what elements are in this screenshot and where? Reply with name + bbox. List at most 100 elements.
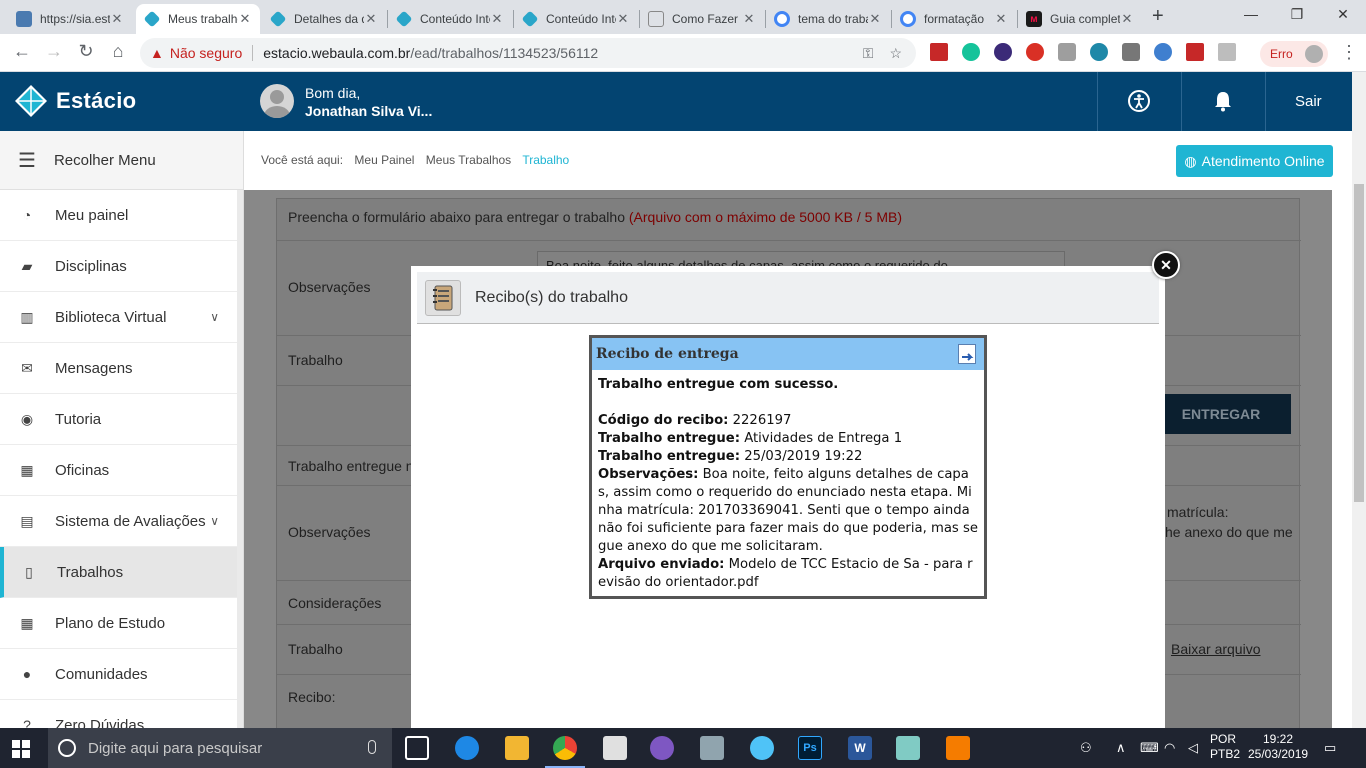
keyboard-icon[interactable]: ⌨: [1140, 740, 1159, 756]
people-icon[interactable]: ⚇: [1080, 740, 1092, 756]
android-emulator-icon[interactable]: [650, 736, 674, 760]
browser-tab[interactable]: Conteúdo Interativo ✕: [388, 4, 512, 34]
wifi-icon[interactable]: ◠: [1164, 740, 1175, 756]
sidebar-item-zero-duvidas[interactable]: ? Zero Dúvidas: [0, 700, 237, 729]
question-icon: ?: [23, 717, 31, 728]
extension-icon[interactable]: [1090, 43, 1108, 61]
extension-icon[interactable]: [930, 43, 948, 61]
breadcrumb-link[interactable]: Meu Painel: [354, 153, 414, 167]
grammarly-extension-icon[interactable]: [962, 43, 980, 61]
close-tab-icon[interactable]: ✕: [364, 11, 378, 27]
close-tab-icon[interactable]: ✕: [1120, 11, 1134, 27]
browser-tab[interactable]: ᴍ Guia completo ✕: [1018, 4, 1142, 34]
app-icon[interactable]: [700, 736, 724, 760]
browser-tab[interactable]: Como Fazer ✕: [640, 4, 764, 34]
sidebar-item-trabalhos[interactable]: ▯ Trabalhos: [0, 547, 237, 598]
browser-tab[interactable]: Detalhes da disciplina ✕: [262, 4, 386, 34]
sidebar-item-disciplinas[interactable]: ▰ Disciplinas: [0, 241, 237, 292]
mail-icon[interactable]: [603, 736, 627, 760]
browser-tab[interactable]: Conteúdo Interativo ✕: [514, 4, 638, 34]
home-icon[interactable]: ⌂: [106, 41, 130, 62]
extension-icon[interactable]: [994, 43, 1012, 61]
accessibility-icon[interactable]: [1128, 90, 1150, 118]
close-tab-icon[interactable]: ✕: [490, 11, 504, 27]
close-modal-icon[interactable]: ✕: [1152, 251, 1180, 279]
task-view-icon[interactable]: [405, 736, 429, 760]
microphone-icon[interactable]: [368, 740, 376, 754]
url-host[interactable]: estacio.webaula.com.br: [263, 45, 410, 61]
breadcrumb-current[interactable]: Trabalho: [522, 153, 569, 167]
windows-start-icon[interactable]: [12, 740, 30, 758]
receipt-header: Recibo de entrega: [592, 338, 984, 370]
edge-icon[interactable]: [455, 736, 479, 760]
sidebar-item-sistema-de-avaliacoes[interactable]: ▤ Sistema de Avaliações ∨: [0, 496, 237, 547]
input-language[interactable]: POR PTB2: [1210, 732, 1240, 762]
profile-error-button[interactable]: Erro: [1260, 41, 1328, 67]
close-tab-icon[interactable]: ✕: [742, 11, 756, 27]
sidebar-item-oficinas[interactable]: ▦ Oficinas: [0, 445, 237, 496]
app-icon[interactable]: [896, 736, 920, 760]
cors-extension-icon[interactable]: [1186, 43, 1204, 61]
close-tab-icon[interactable]: ✕: [110, 11, 124, 27]
book-icon: ▰: [21, 257, 33, 274]
minimize-icon[interactable]: —: [1228, 6, 1274, 22]
sidebar-item-plano-de-estudo[interactable]: ▦ Plano de Estudo: [0, 598, 237, 649]
system-clock[interactable]: 19:22 25/03/2019: [1248, 732, 1308, 762]
volume-icon[interactable]: ◁: [1188, 740, 1198, 756]
extension-icon[interactable]: [1026, 43, 1044, 61]
sidebar-item-comunidades[interactable]: ● Comunidades: [0, 649, 237, 700]
bookmark-star-icon[interactable]: ☆: [889, 45, 902, 62]
forward-arrow-icon[interactable]: →: [42, 41, 66, 62]
browser-tab[interactable]: formatação ✕: [892, 4, 1016, 34]
close-tab-icon[interactable]: ✕: [994, 11, 1008, 27]
paint-icon[interactable]: [750, 736, 774, 760]
breadcrumb-link[interactable]: Meus Trabalhos: [426, 153, 511, 167]
sidebar-scrollbar[interactable]: [237, 190, 243, 728]
url-path[interactable]: /ead/trabalhos/1134523/56112: [410, 45, 598, 61]
word-icon[interactable]: W: [848, 736, 872, 760]
close-tab-icon[interactable]: ✕: [238, 11, 252, 27]
pdf-app-icon[interactable]: [946, 736, 970, 760]
warning-triangle-icon[interactable]: ▲: [150, 45, 164, 61]
online-support-button[interactable]: ◍ Atendimento Online: [1176, 145, 1333, 177]
collapse-menu-button[interactable]: ☰ Recolher Menu: [0, 131, 243, 190]
extension-icon[interactable]: [1154, 43, 1172, 61]
address-bar[interactable]: ▲ Não seguro estacio.webaula.com.br /ead…: [140, 38, 916, 68]
submit-button[interactable]: ENTREGAR: [1151, 394, 1291, 434]
chat-icon: ●: [22, 666, 32, 682]
sidebar-item-mensagens[interactable]: ✉ Mensagens: [0, 343, 237, 394]
new-tab-plus-icon[interactable]: +: [1152, 5, 1164, 28]
download-file-link[interactable]: Baixar arquivo: [1171, 641, 1261, 657]
browser-tab[interactable]: tema do trabalho ✕: [766, 4, 890, 34]
sidebar-item-biblioteca-virtual[interactable]: ▥ Biblioteca Virtual ∨: [0, 292, 237, 343]
estacio-logo[interactable]: Estácio: [14, 84, 136, 118]
notification-center-icon[interactable]: ▭: [1324, 740, 1336, 756]
key-icon[interactable]: ⚿: [863, 45, 874, 62]
page-scrollbar[interactable]: [1352, 72, 1366, 728]
scrollbar-thumb[interactable]: [1354, 184, 1364, 502]
bell-icon[interactable]: [1213, 90, 1233, 118]
taskbar-search-box[interactable]: Digite aqui para pesquisar: [48, 728, 392, 768]
photoshop-icon[interactable]: Ps: [798, 736, 822, 760]
export-document-icon[interactable]: [958, 344, 976, 364]
close-tab-icon[interactable]: ✕: [616, 11, 630, 27]
reload-icon[interactable]: ↻: [74, 41, 98, 62]
extension-icon[interactable]: [1122, 43, 1140, 61]
browser-tab-active[interactable]: Meus trabalhos ✕: [136, 4, 260, 34]
back-arrow-icon[interactable]: ←: [10, 41, 34, 62]
browser-menu-icon[interactable]: ⋮: [1340, 42, 1358, 63]
tray-chevron-up-icon[interactable]: ∧: [1116, 740, 1126, 756]
logout-button[interactable]: Sair: [1295, 93, 1322, 110]
sidebar-item-meu-painel[interactable]: ◔ Meu painel: [0, 190, 237, 241]
browser-tab-strip: https://sia.estacio.br ✕ Meus trabalhos …: [0, 0, 1366, 34]
drive-extension-icon[interactable]: [1058, 43, 1076, 61]
close-window-icon[interactable]: ✕: [1320, 6, 1366, 23]
browser-tab[interactable]: https://sia.estacio.br ✕: [8, 4, 132, 34]
chrome-icon[interactable]: [545, 736, 585, 768]
receipt-body: Trabalho entregue com sucesso. Código do…: [598, 377, 978, 590]
extension-icon[interactable]: [1218, 43, 1236, 61]
restore-icon[interactable]: ❐: [1274, 6, 1320, 23]
file-explorer-icon[interactable]: [505, 736, 529, 760]
sidebar-item-tutoria[interactable]: ◉ Tutoria: [0, 394, 237, 445]
close-tab-icon[interactable]: ✕: [868, 11, 882, 27]
